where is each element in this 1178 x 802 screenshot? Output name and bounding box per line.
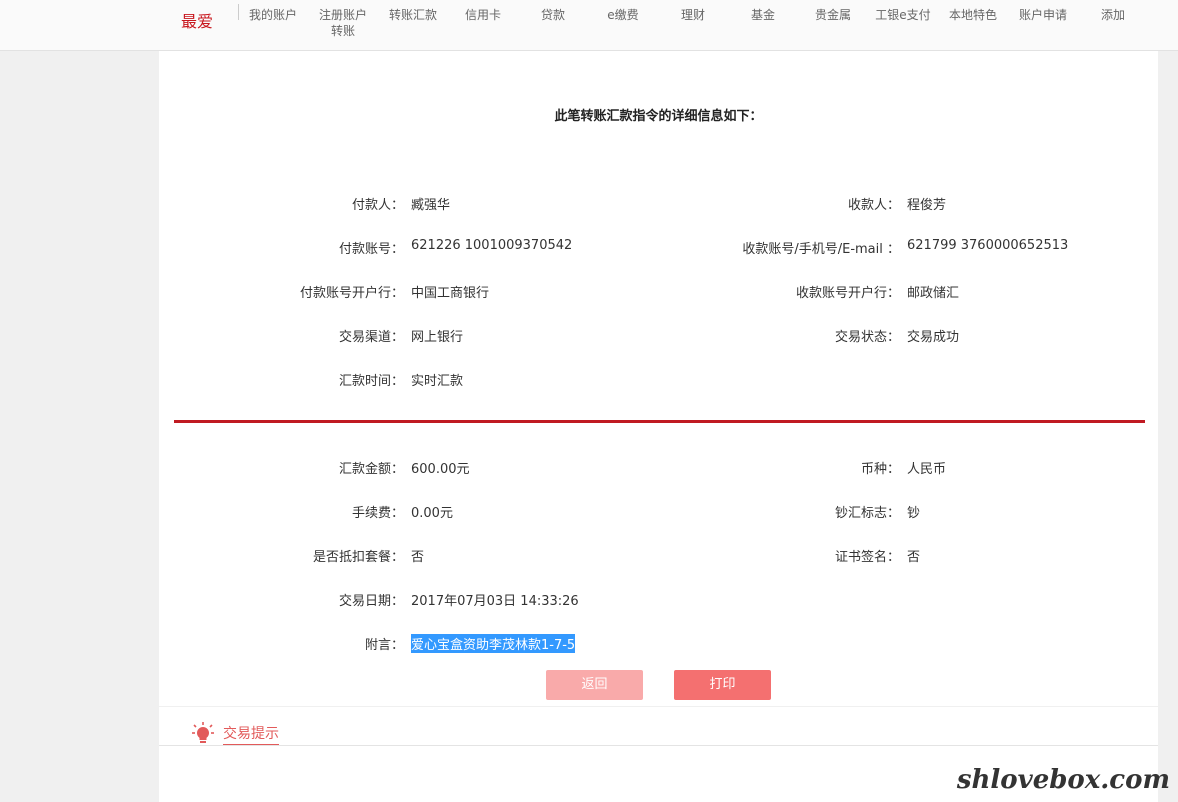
cert-value: 否 — [907, 550, 921, 565]
nav-item-epay[interactable]: 工银e支付 — [868, 7, 938, 23]
nav-item-loan[interactable]: 贷款 — [518, 7, 588, 23]
cert-label: 证书签名： — [834, 550, 900, 565]
nav-favorite[interactable]: 最爱 — [181, 8, 213, 32]
nav-item-fund[interactable]: 基金 — [728, 7, 798, 23]
remit-time-label: 汇款时间： — [338, 374, 404, 389]
payee-bank-label: 收款账号开户行： — [795, 286, 900, 301]
currency-value: 人民币 — [907, 462, 947, 477]
nav-item-registered-transfer[interactable]: 注册账户 转账 — [308, 7, 378, 39]
top-navigation: 最爱 我的账户 注册账户 转账 转账汇款 信用卡 贷款 e缴费 理财 基金 贵金… — [0, 0, 1178, 51]
nav-item-finance[interactable]: 理财 — [658, 7, 728, 23]
note-label: 附言： — [364, 638, 404, 653]
payee-account-value: 621799 3760000652513 — [907, 238, 1069, 253]
payee-value: 程俊芳 — [907, 198, 947, 213]
nav-item-add[interactable]: 添加 — [1078, 7, 1148, 23]
currency-label: 币种： — [860, 462, 900, 477]
payee-bank-value: 邮政储汇 — [907, 286, 960, 301]
nav-item-credit-card[interactable]: 信用卡 — [448, 7, 518, 23]
nav-item-transfer[interactable]: 转账汇款 — [378, 7, 448, 23]
nav-item-precious-metal[interactable]: 贵金属 — [798, 7, 868, 23]
status-label: 交易状态： — [834, 330, 900, 345]
cash-flag-value: 钞 — [907, 506, 921, 521]
payer-label: 付款人： — [351, 198, 404, 213]
payee-label: 收款人： — [847, 198, 900, 213]
detail-title: 此笔转账汇款指令的详细信息如下： — [554, 109, 763, 124]
package-value: 否 — [411, 550, 425, 565]
back-button[interactable]: 返回 — [546, 670, 643, 700]
date-value: 2017年07月03日 14:33:26 — [411, 594, 579, 609]
package-label: 是否抵扣套餐： — [312, 550, 404, 565]
channel-label: 交易渠道： — [338, 330, 404, 345]
detail-card — [159, 51, 1158, 801]
channel-value: 网上银行 — [411, 330, 464, 345]
status-value: 交易成功 — [907, 330, 960, 345]
nav-item-account-apply[interactable]: 账户申请 — [1008, 7, 1078, 23]
cash-flag-label: 钞汇标志： — [834, 506, 900, 521]
date-label: 交易日期： — [338, 594, 404, 609]
tab-trade-tips[interactable]: 交易提示 — [223, 723, 279, 746]
print-button[interactable]: 打印 — [674, 670, 771, 700]
fee-value: 0.00元 — [411, 506, 453, 521]
payee-account-label: 收款账号/手机号/E-mail ： — [742, 242, 900, 257]
payer-account-label: 付款账号： — [338, 242, 404, 257]
remit-time-value: 实时汇款 — [411, 374, 464, 389]
nav-item-my-account[interactable]: 我的账户 — [238, 7, 308, 23]
payer-bank-label: 付款账号开户行： — [299, 286, 404, 301]
nav-item-local[interactable]: 本地特色 — [938, 7, 1008, 23]
amount-label: 汇款金额： — [338, 462, 404, 477]
payer-value: 臧强华 — [411, 198, 451, 213]
amount-value: 600.00元 — [411, 462, 470, 477]
fee-label: 手续费： — [351, 506, 404, 521]
payer-account-value: 621226 1001009370542 — [411, 238, 573, 253]
watermark: shlovebox.com — [956, 765, 1170, 795]
nav-item-e-payment[interactable]: e缴费 — [588, 7, 658, 23]
lightbulb-icon — [192, 722, 214, 743]
payer-bank-value: 中国工商银行 — [411, 286, 490, 301]
tips-underline — [159, 745, 1158, 746]
note-value[interactable]: 爱心宝盒资助李茂林款1-7-5 — [411, 634, 576, 653]
section-divider — [174, 420, 1145, 423]
